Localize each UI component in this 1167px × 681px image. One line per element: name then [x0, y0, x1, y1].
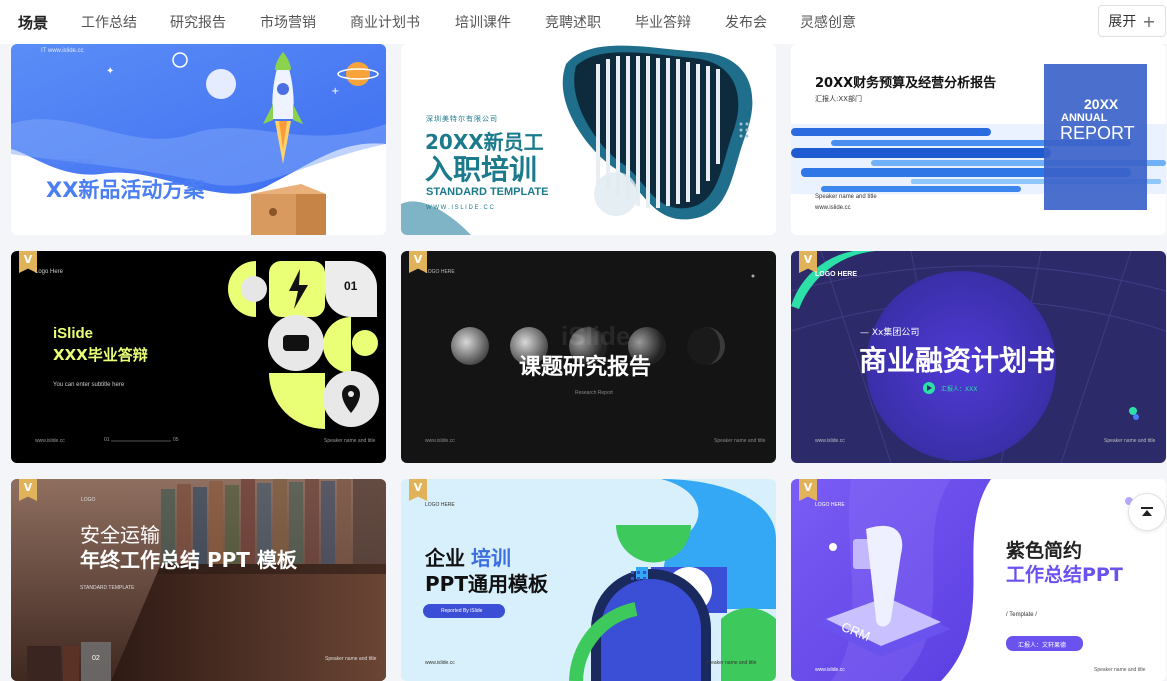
card-url: www.islide.cc — [425, 438, 455, 444]
card-watermark: iSlide — [561, 321, 631, 351]
card-speaker: Speaker name and title — [324, 438, 376, 444]
card-report: REPORT — [1060, 123, 1135, 143]
category-graduation[interactable]: 毕业答辩 — [635, 12, 691, 32]
template-card-financing[interactable]: V LOGO HERE — Xx集团公司 商业融资计划书 汇报人：XXX www… — [791, 251, 1166, 463]
category-marketing[interactable]: 市场营销 — [260, 12, 316, 32]
category-creative[interactable]: 灵感创意 — [800, 12, 856, 32]
card-speaker: Speaker name and title — [325, 656, 377, 662]
card-speaker: Speaker name and title — [1104, 438, 1156, 444]
template-card-purple-summary[interactable]: V LOGO HERE CRM 紫色简约 工作总结PPT / Template … — [791, 479, 1166, 681]
card-title-1a: 企业 — [425, 546, 465, 570]
expand-label: 展开 — [1108, 14, 1137, 30]
card-logo: LOGO HERE — [425, 269, 455, 275]
card-subtitle: You can enter subtitle here — [53, 382, 125, 388]
card-subtitle: STANDARD TEMPLATE — [80, 585, 135, 591]
card-illustration: ✦ + — [11, 44, 386, 235]
card-subtitle: Research Report — [575, 390, 613, 396]
card-number: 01 — [344, 279, 358, 293]
template-card-research[interactable]: V LOGO HERE iSlide 课题研究报告 Research Repor… — [401, 251, 776, 463]
card-page-end: 05 — [173, 437, 179, 443]
card-company: 深圳美特尔有限公司 — [426, 115, 498, 123]
category-research-report[interactable]: 研究报告 — [170, 12, 226, 32]
card-title-2: PPT通用模板 — [425, 572, 548, 596]
card-top-text: IT www.islide.cc — [41, 48, 84, 54]
card-url: www.islide.cc — [815, 205, 851, 211]
svg-text:+: + — [331, 86, 339, 97]
card-title-2: 工作总结PPT — [1006, 564, 1123, 586]
template-grid: ✦ + IT www.islide.cc SUBTITLE HERE XX新品活… — [0, 44, 1167, 681]
plus-icon: + — [1142, 11, 1156, 31]
card-logo: LOGO HERE — [815, 271, 858, 278]
card-title: 20XX财务预算及经营分析报告 — [815, 76, 997, 91]
card-title-1: 紫色简约 — [1006, 540, 1083, 562]
card-url: W W W . I S L I D E . C C — [426, 205, 494, 211]
card-url: www.islide.cc — [815, 438, 845, 444]
category-launch-event[interactable]: 发布会 — [725, 12, 767, 32]
template-card-shipping[interactable]: V LOGO 安全运输 年终工作总结 PPT 模板 STANDARD TEMPL… — [11, 479, 386, 681]
scroll-to-top-button[interactable] — [1128, 493, 1166, 531]
card-speaker: Speaker name and title — [815, 194, 877, 200]
card-title: 商业融资计划书 — [859, 344, 1056, 377]
template-card-new-product[interactable]: ✦ + IT www.islide.cc SUBTITLE HERE XX新品活… — [11, 44, 386, 235]
card-subtitle: SUBTITLE HERE — [47, 160, 95, 166]
card-logo: LOGO HERE — [815, 502, 845, 508]
card-reported: Reported By iSlide — [441, 608, 483, 614]
card-company: — Xx集团公司 — [860, 328, 920, 338]
card-template: / Template / — [1006, 612, 1037, 618]
category-training[interactable]: 培训课件 — [455, 12, 511, 32]
card-reporter: 汇报人：文轩果德 — [1018, 642, 1067, 649]
svg-text:✦: ✦ — [106, 66, 114, 77]
template-card-financial-report[interactable]: 20XX财务预算及经营分析报告 汇报人:XX部门 20XX ANNUAL REP… — [791, 44, 1166, 235]
card-title-2: XXX毕业答辩 — [53, 346, 148, 364]
card-title: 课题研究报告 — [519, 355, 652, 380]
card-speaker: Speaker name and title — [705, 660, 757, 666]
card-reporter: 汇报人：XXX — [941, 386, 978, 393]
card-page-number: 02 — [92, 655, 100, 662]
card-page-start: 01 — [104, 437, 110, 443]
category-work-summary[interactable]: 工作总结 — [81, 12, 137, 32]
card-logo: Logo Here — [35, 269, 64, 275]
category-business-plan[interactable]: 商业计划书 — [350, 12, 420, 32]
card-title-2: 年终工作总结 PPT 模板 — [80, 548, 297, 572]
card-logo: LOGO — [81, 497, 96, 503]
expand-button[interactable]: 展开 + — [1098, 5, 1166, 37]
card-title-1: iSlide — [53, 325, 94, 342]
arrow-up-to-top-icon — [1141, 507, 1153, 516]
card-url: www.islide.cc — [35, 438, 65, 444]
category-title: 场景 — [18, 14, 49, 32]
card-subtitle: STANDARD TEMPLATE — [426, 186, 549, 198]
card-year: 20XX — [1084, 96, 1119, 112]
category-job-competition[interactable]: 竞聘述职 — [545, 12, 601, 32]
card-title-line2: 入职培训 — [425, 153, 538, 186]
card-illustration — [11, 479, 386, 681]
template-card-onboarding[interactable]: 深圳美特尔有限公司 20XX新员工 入职培训 STANDARD TEMPLATE… — [401, 44, 776, 235]
card-speaker: Speaker name and title — [714, 438, 766, 444]
card-url: www.islide.cc — [815, 667, 845, 673]
card-title-1b: 培训 — [471, 546, 511, 570]
category-bar: 场景 工作总结 研究报告 市场营销 商业计划书 培训课件 竞聘述职 毕业答辩 发… — [0, 0, 1167, 44]
template-card-graduation[interactable]: V Logo Here 01 iSlide XXX毕业答辩 You can en… — [11, 251, 386, 463]
card-logo: LOGO HERE — [425, 502, 455, 508]
card-reporter: 汇报人:XX部门 — [815, 95, 862, 103]
card-url: www.islide.cc — [425, 660, 455, 666]
card-speaker: Speaker name and title — [1094, 667, 1146, 673]
template-card-corporate-training[interactable]: V LOGO HERE 企业 培训 PPT通用模板 Reported By iS… — [401, 479, 776, 681]
card-title: XX新品活动方案 — [46, 178, 205, 202]
